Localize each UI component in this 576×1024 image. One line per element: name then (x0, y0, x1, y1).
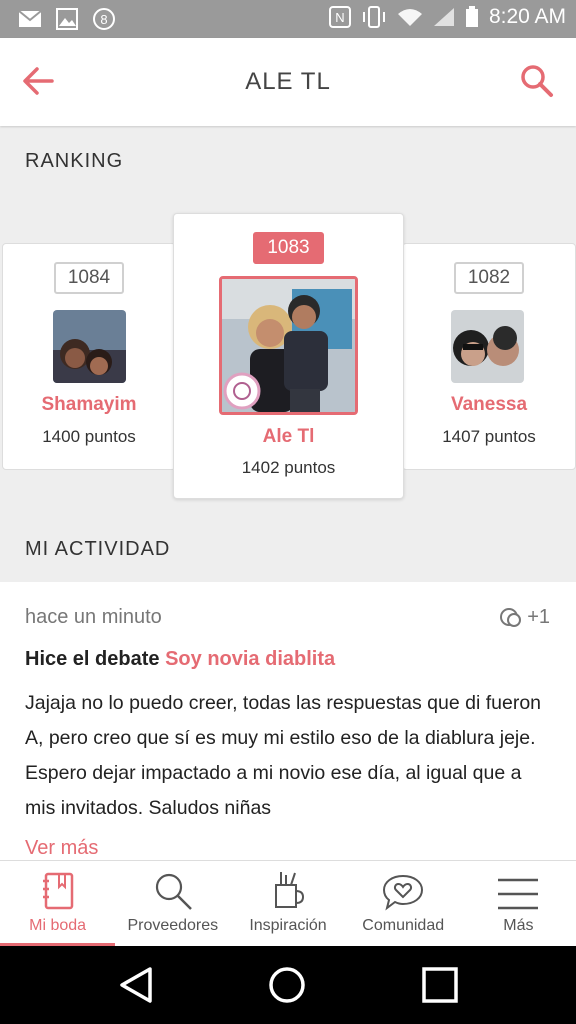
rank-badge-current: 1083 (253, 232, 324, 264)
tab-proveedores[interactable]: Proveedores (115, 861, 230, 947)
svg-text:N: N (335, 10, 344, 25)
avatar-left (53, 310, 126, 383)
bottom-tab-bar: Mi boda Proveedores Inspiración Comunida… (0, 860, 576, 947)
notebook-icon (42, 872, 73, 910)
back-icon[interactable] (118, 966, 154, 1004)
avatar-current (219, 276, 358, 415)
user-name-left[interactable]: Shamayim (3, 394, 175, 416)
system-nav-bar (0, 946, 576, 1024)
activity-time: hace un minuto (25, 606, 162, 628)
ranking-card-current[interactable]: 1083 Ale Tl 1402 puntos (173, 213, 404, 499)
image-icon (56, 8, 78, 30)
recents-icon[interactable] (422, 967, 458, 1003)
activity-card[interactable]: hace un minuto +1 Hice el debate Soy nov… (0, 582, 576, 860)
user-name-right[interactable]: Vanessa (403, 394, 575, 416)
chat-heart-icon (383, 874, 424, 911)
activity-body: Jajaja no lo puedo creer, todas las resp… (25, 692, 542, 819)
coin-icon: 8 (93, 8, 115, 30)
debate-link[interactable]: Soy novia diablita (165, 648, 335, 670)
brush-cup-icon (275, 872, 305, 908)
comments-icon (500, 607, 522, 627)
ranking-card-left[interactable]: 1084 Shamayim 1400 puntos (2, 243, 176, 470)
page-title: ALE TL (245, 68, 331, 95)
vibrate-icon (362, 6, 385, 28)
user-points-current: 1402 puntos (241, 458, 336, 477)
tab-inspiracion[interactable]: Inspiración (230, 861, 345, 947)
tab-label: Más (503, 917, 534, 934)
ranking-heading: RANKING (25, 150, 124, 172)
battery-icon (465, 6, 478, 27)
tab-mas[interactable]: Más (461, 861, 576, 947)
comment-count[interactable]: +1 (499, 606, 550, 629)
see-more-link[interactable]: Ver más (25, 837, 98, 860)
comment-count-value: +1 (527, 606, 550, 628)
avatar-right (451, 310, 524, 383)
nfc-icon: N (328, 6, 351, 28)
search-icon[interactable] (520, 64, 554, 98)
activity-prefix: Hice el debate (25, 648, 160, 670)
signal-icon (433, 8, 454, 26)
wifi-icon (397, 9, 422, 26)
home-icon[interactable] (268, 966, 306, 1004)
tab-comunidad[interactable]: Comunidad (346, 861, 461, 947)
menu-icon (498, 878, 539, 910)
activity-headline: Hice el debate Soy novia diablita (25, 648, 335, 671)
user-points-right: 1407 puntos (442, 427, 536, 446)
rank-badge-left: 1084 (53, 262, 125, 294)
svg-text:8: 8 (100, 12, 107, 27)
ranking-card-right[interactable]: 1082 Vanessa 1407 puntos (402, 243, 576, 470)
tab-label: Inspiración (249, 917, 327, 934)
search-icon (155, 873, 192, 910)
rank-badge-right: 1082 (453, 262, 525, 294)
mail-icon (18, 10, 42, 27)
user-name-current[interactable]: Ale Tl (174, 426, 403, 448)
tab-mi-boda[interactable]: Mi boda (0, 861, 116, 947)
clock: 8:20 AM (488, 5, 566, 28)
tab-label: Proveedores (127, 917, 219, 934)
status-bar: 8 N 8:20 AM (0, 0, 576, 38)
tab-label: Mi boda (29, 917, 87, 934)
top-app-bar: ALE TL (0, 38, 576, 126)
user-points-left: 1400 puntos (42, 427, 136, 446)
tab-label: Comunidad (362, 917, 445, 934)
activity-heading: MI ACTIVIDAD (25, 538, 171, 560)
